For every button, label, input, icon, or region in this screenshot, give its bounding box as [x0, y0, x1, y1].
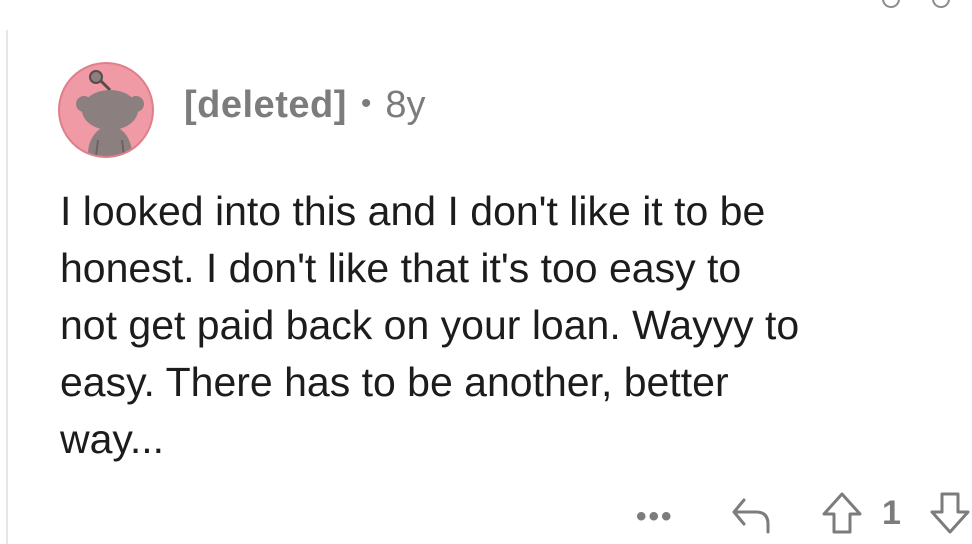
- partial-icon: [882, 0, 900, 8]
- comment-header: [deleted] • 8y: [184, 84, 426, 127]
- vote-count: 1: [882, 494, 901, 532]
- more-icon[interactable]: •••: [636, 500, 674, 534]
- parent-actions-partial: [732, 0, 972, 10]
- comment-age: 8y: [385, 84, 426, 126]
- comment-actions: ••• 1: [620, 488, 972, 538]
- partial-icon: [932, 0, 950, 8]
- downvote-icon[interactable]: [928, 490, 972, 541]
- author-name[interactable]: [deleted]: [184, 84, 347, 127]
- comment-body: I looked into this and I don't like it t…: [60, 188, 800, 462]
- upvote-icon[interactable]: [820, 490, 864, 541]
- thread-line[interactable]: [6, 30, 8, 544]
- reply-icon[interactable]: [730, 492, 774, 541]
- snoo-avatar-icon[interactable]: [58, 62, 154, 158]
- meta-separator: •: [360, 86, 372, 120]
